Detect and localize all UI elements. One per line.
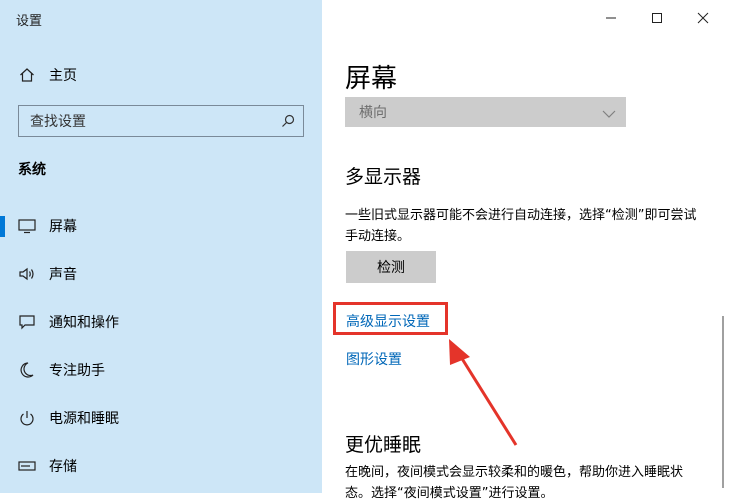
highlight-box [333, 302, 448, 335]
search-input[interactable]: 查找设置 [30, 111, 273, 131]
chevron-down-icon [602, 103, 616, 122]
sidebar-item-notifications[interactable]: 通知和操作 [0, 302, 322, 342]
close-button[interactable] [680, 4, 726, 32]
sidebar-item-label: 通知和操作 [49, 315, 119, 331]
night-light-heading: 更优睡眠 [345, 434, 422, 456]
search-icon[interactable] [273, 114, 303, 128]
sidebar-item-label: 存储 [49, 459, 77, 475]
sidebar-item-label: 声音 [49, 267, 77, 283]
maximize-button[interactable] [634, 4, 680, 32]
sidebar-item-storage[interactable]: 存储 [0, 446, 322, 486]
sidebar: 设置 主页 查找设置 系统 屏幕 声音 通知和操作 专注助手 电源和睡眠 存储 [0, 0, 322, 493]
storage-icon [17, 456, 37, 476]
section-heading: 系统 [18, 162, 46, 178]
app-title: 设置 [16, 14, 43, 29]
sidebar-item-sound[interactable]: 声音 [0, 254, 322, 294]
multi-display-description: 一些旧式显示器可能不会进行自动连接，选择“检测”即可尝试手动连接。 [345, 208, 697, 244]
notification-icon [17, 312, 37, 332]
sidebar-item-focus-assist[interactable]: 专注助手 [0, 350, 322, 390]
sidebar-item-label: 电源和睡眠 [49, 411, 119, 427]
sidebar-item-power[interactable]: 电源和睡眠 [0, 398, 322, 438]
minimize-icon [605, 9, 617, 28]
minimize-button[interactable] [588, 4, 634, 32]
annotation-arrow [449, 339, 518, 446]
multi-display-heading: 多显示器 [345, 166, 422, 188]
close-icon [697, 9, 709, 28]
orientation-value: 横向 [359, 105, 387, 121]
detect-button[interactable]: 检测 [346, 251, 436, 283]
monitor-icon [17, 216, 37, 236]
scrollbar[interactable] [722, 316, 724, 488]
maximize-icon [651, 9, 663, 28]
speaker-icon [17, 264, 37, 284]
power-icon [17, 408, 37, 428]
search-box[interactable]: 查找设置 [18, 105, 304, 137]
sidebar-item-label: 专注助手 [49, 363, 105, 379]
home-label: 主页 [49, 68, 77, 84]
home-icon [17, 65, 37, 85]
night-light-description: 在晚间，夜间模式会显示较柔和的暖色，帮助你进入睡眠状态。选择“夜间模式设置”进行… [345, 465, 684, 501]
home-nav-item[interactable]: 主页 [17, 62, 317, 88]
moon-icon [17, 360, 37, 380]
graphics-settings-link[interactable]: 图形设置 [346, 349, 402, 369]
orientation-dropdown[interactable]: 横向 [345, 97, 626, 127]
page-title: 屏幕 [345, 64, 398, 94]
sidebar-item-display[interactable]: 屏幕 [0, 206, 322, 246]
sidebar-item-label: 屏幕 [49, 219, 77, 235]
